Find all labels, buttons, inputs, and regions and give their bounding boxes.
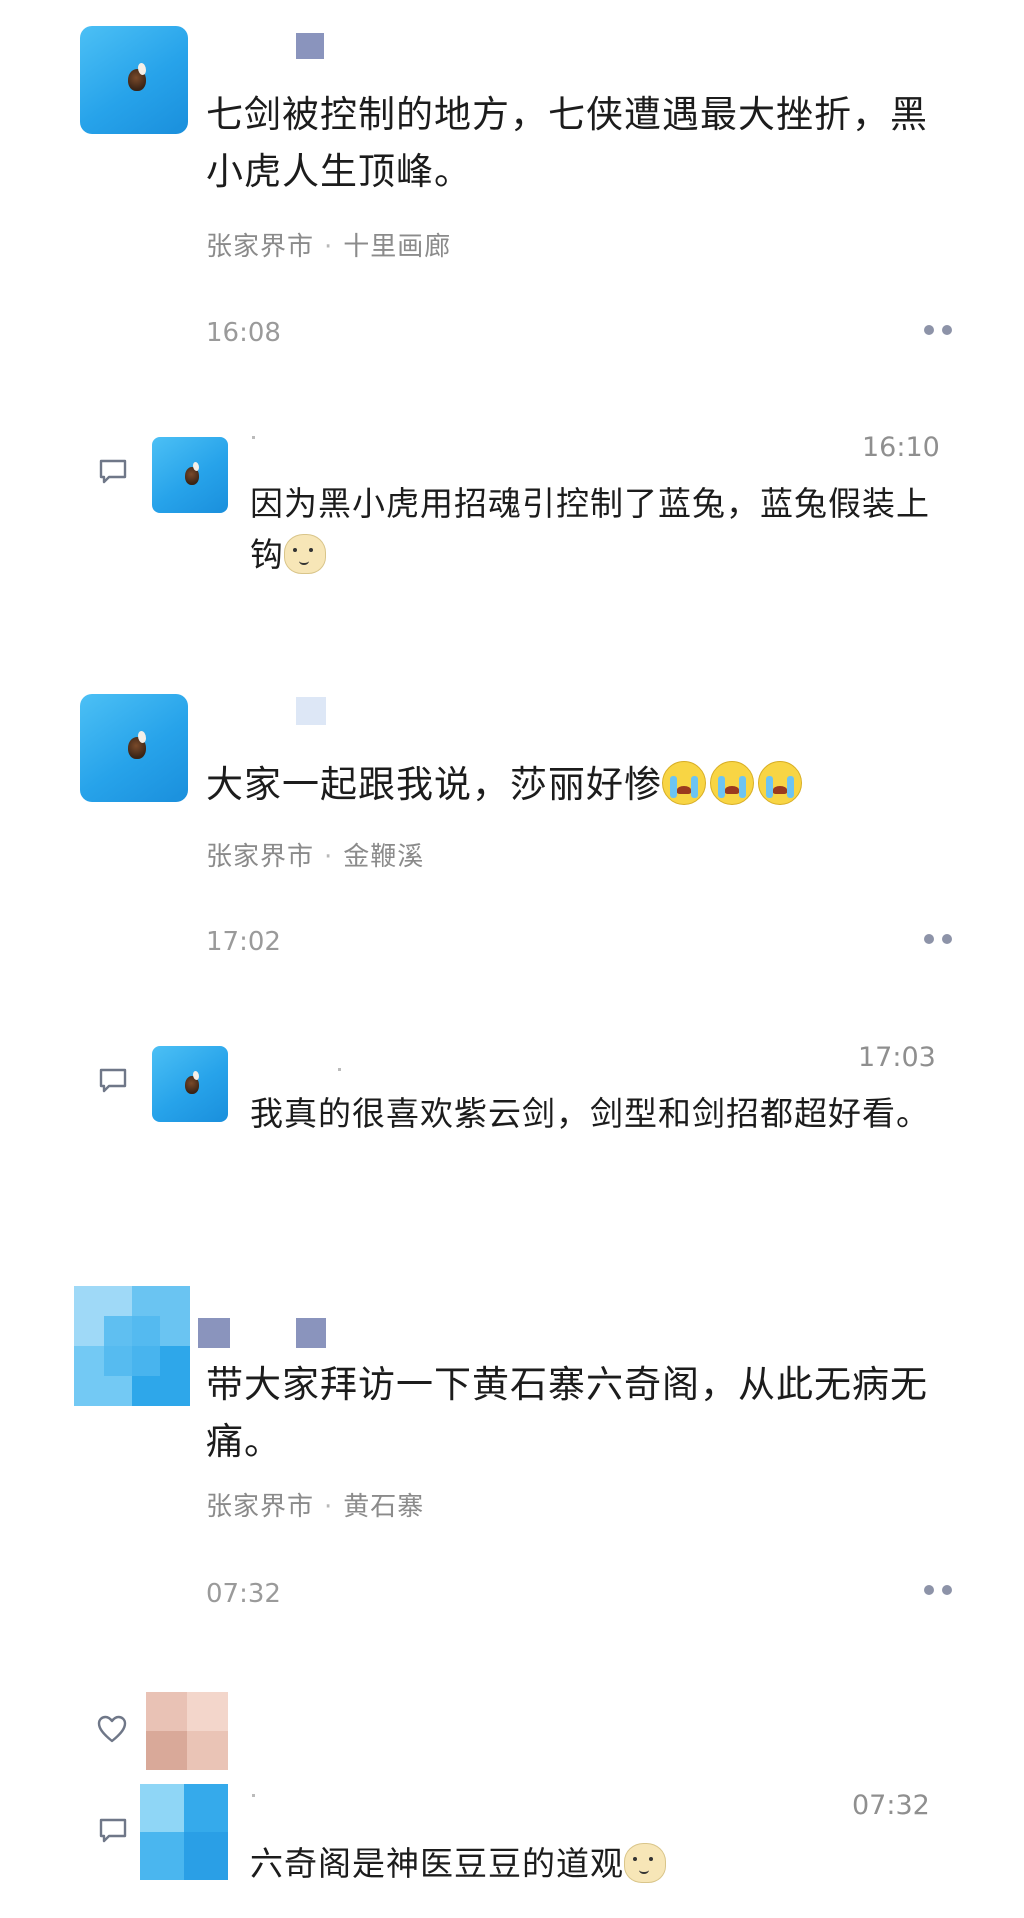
heart-icon[interactable] (96, 1714, 128, 1744)
post-time: 17:02 (206, 927, 281, 957)
more-dots-icon[interactable] (924, 1585, 960, 1597)
reply-text: 因为黑小虎用招魂引控制了蓝兔，蓝兔假装上钩 (250, 478, 940, 580)
post-time: 07:32 (206, 1579, 281, 1609)
location-city: 张家界市 (206, 842, 315, 872)
location-tag[interactable]: 张家界市 · 十里画廊 (206, 226, 451, 263)
comment-icon[interactable] (98, 1067, 128, 1093)
reply-text: 我真的很喜欢紫云剑，剑型和剑招都超好看。 (250, 1094, 930, 1133)
crying-face-emoji (758, 761, 802, 805)
location-tag[interactable]: 张家界市 · 黄石寨 (206, 1486, 424, 1523)
location-place: 十里画廊 (343, 232, 452, 262)
reply-time: 07:32 (852, 1790, 930, 1821)
more-dots-icon[interactable] (924, 934, 960, 946)
user-avatar[interactable] (80, 694, 188, 802)
reply-avatar-blurred[interactable] (140, 1784, 228, 1880)
post-text-content: 大家一起跟我说，莎丽好惨 (206, 763, 662, 806)
reply-avatar[interactable] (152, 1046, 228, 1122)
reply-text-content: 因为黑小虎用招魂引控制了蓝兔，蓝兔假装上钩 (250, 484, 930, 574)
avatar-figure (127, 63, 146, 92)
avatar-figure (185, 1071, 200, 1095)
avatar-figure (127, 731, 146, 760)
separator-dot: · (324, 1492, 334, 1522)
location-city: 张家界市 (206, 232, 315, 262)
location-tag[interactable]: 张家界市 · 金鞭溪 (206, 836, 424, 873)
crying-face-emoji (662, 761, 706, 805)
post-text: 七剑被控制的地方，七侠遭遇最大挫折，黑小虎人生顶峰。 (206, 93, 928, 193)
reply-username-redacted[interactable] (252, 1794, 255, 1797)
post-text: 带大家拜访一下黄石寨六奇阁，从此无病无痛。 (206, 1363, 928, 1463)
location-place: 黄石寨 (343, 1492, 425, 1522)
post-time: 16:08 (206, 318, 281, 348)
separator-dot: · (324, 232, 334, 262)
comment-icon[interactable] (98, 1817, 128, 1843)
doge-cat-emoji (284, 534, 326, 574)
username-redacted[interactable] (296, 33, 324, 59)
reply-username-redacted[interactable] (252, 436, 255, 439)
username-redacted[interactable] (198, 1318, 230, 1348)
location-place: 金鞭溪 (343, 842, 425, 872)
reply-text: 六奇阁是神医豆豆的道观 (250, 1838, 940, 1889)
reply-time: 17:03 (858, 1042, 936, 1073)
user-avatar[interactable] (80, 26, 188, 134)
reply-time: 16:10 (862, 432, 940, 463)
liker-avatar-blurred[interactable] (146, 1692, 228, 1770)
reply-avatar[interactable] (152, 437, 228, 513)
post-text: 大家一起跟我说，莎丽好惨 (206, 756, 946, 813)
reply-text-content: 六奇阁是神医豆豆的道观 (250, 1844, 624, 1883)
username-redacted[interactable] (296, 697, 326, 725)
username-redacted[interactable] (296, 1318, 326, 1348)
separator-dot: · (324, 842, 334, 872)
avatar-figure (185, 462, 200, 486)
reply-username-redacted[interactable] (338, 1068, 341, 1071)
user-avatar-blurred[interactable] (74, 1286, 190, 1406)
comment-icon[interactable] (98, 458, 128, 484)
crying-face-emoji (710, 761, 754, 805)
location-city: 张家界市 (206, 1492, 315, 1522)
doge-cat-emoji (624, 1843, 666, 1883)
more-dots-icon[interactable] (924, 325, 960, 337)
